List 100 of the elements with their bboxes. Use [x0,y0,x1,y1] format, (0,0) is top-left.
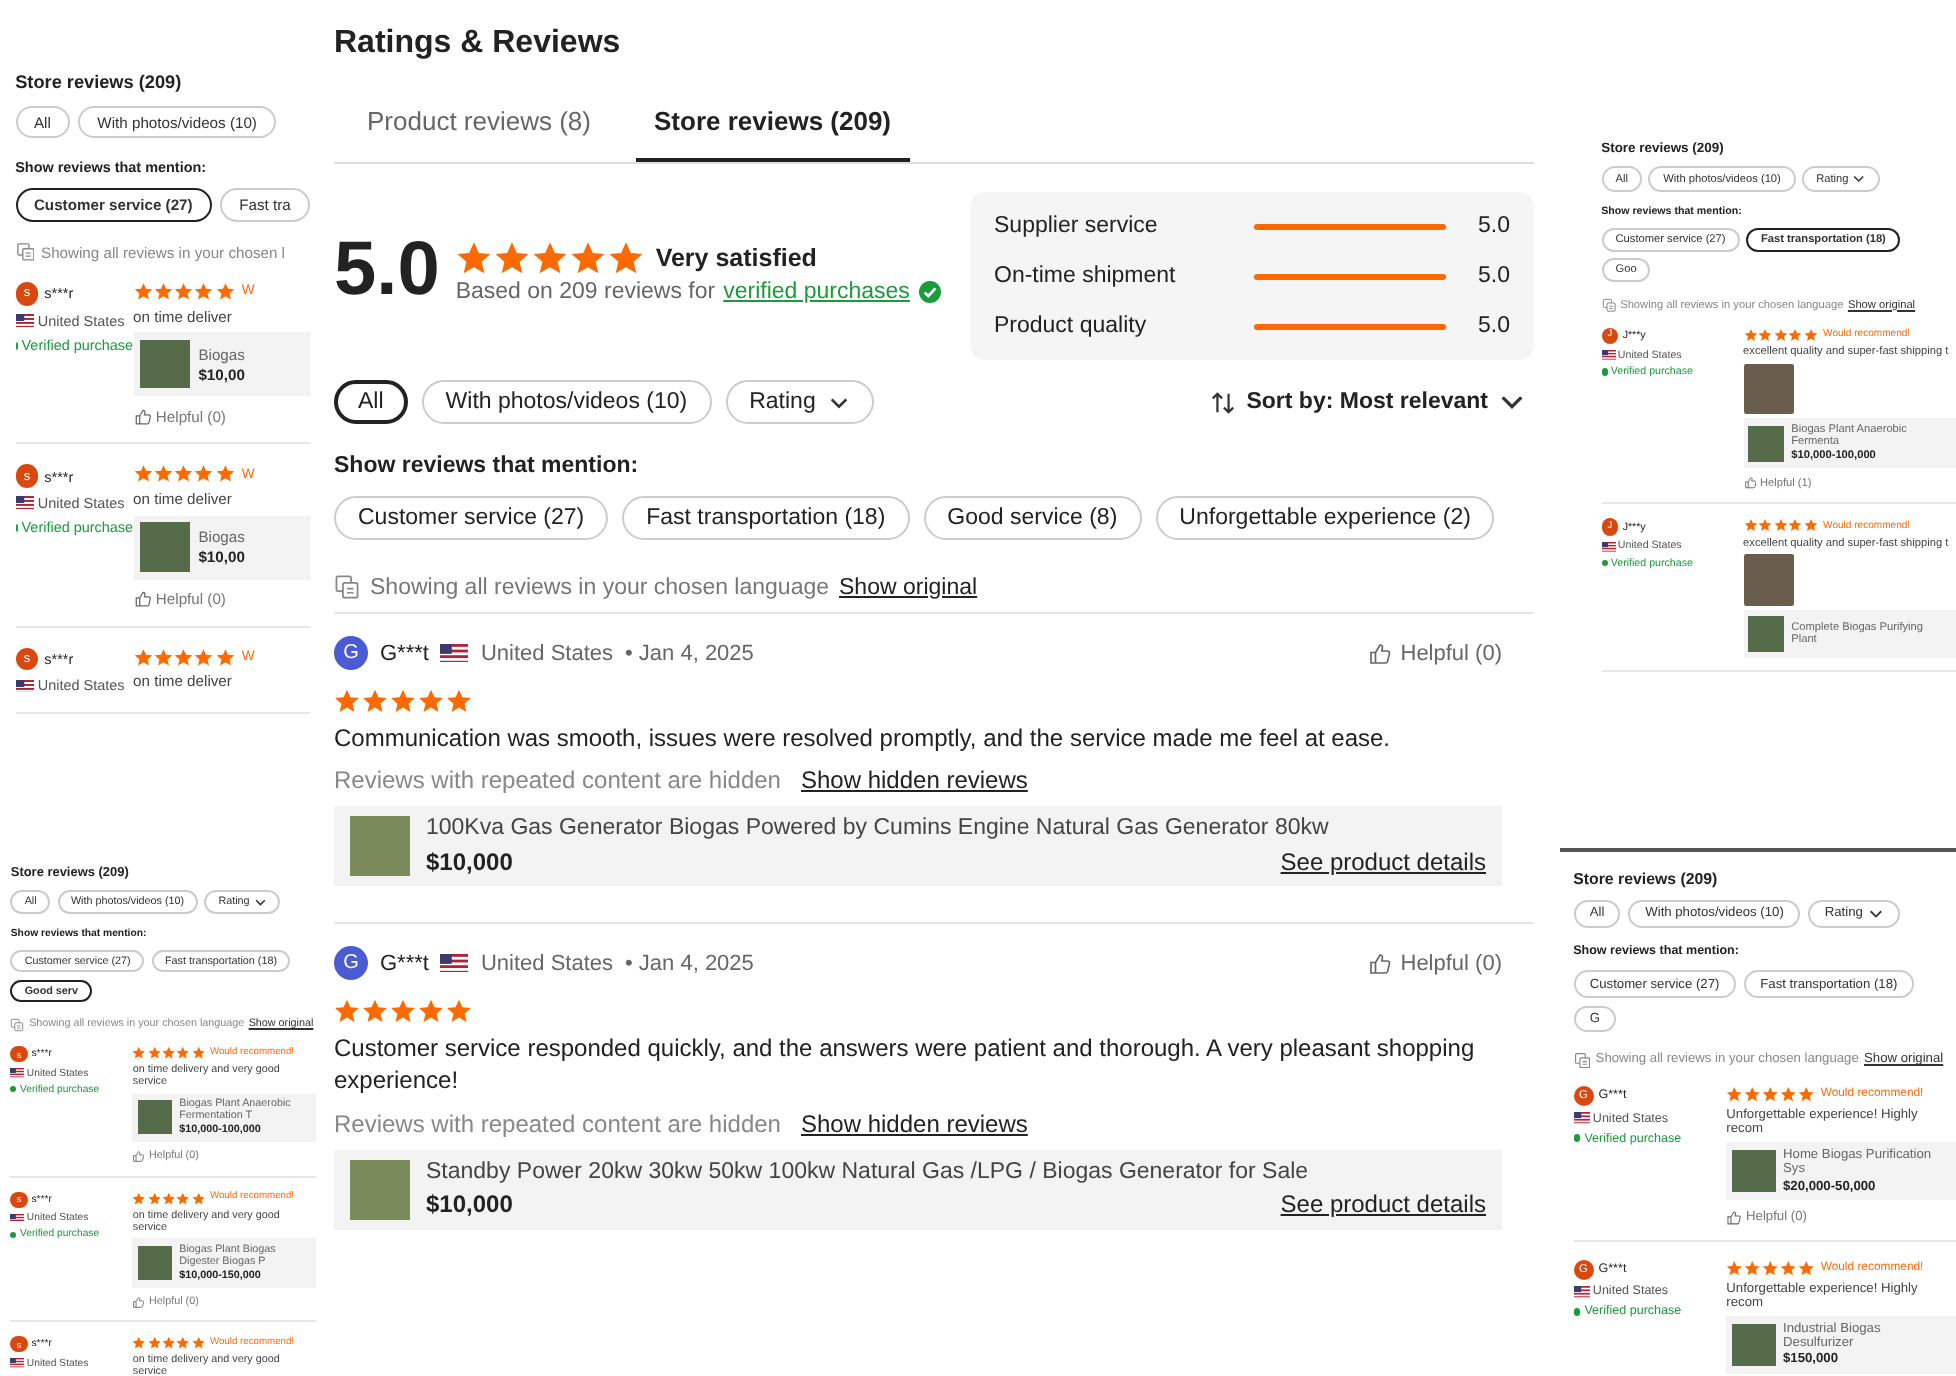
show-hidden-reviews-link[interactable]: Show hidden reviews [800,766,1028,795]
flag-icon [440,643,469,663]
flag-icon [1601,350,1616,360]
avatar: G [334,946,368,981]
flag-icon [440,954,469,973]
reviewer-name: G***t [380,641,429,665]
flag-icon [10,1068,25,1078]
panel-heading: Store reviews (209) [15,72,184,93]
translate-icon [334,574,360,600]
verified-dot-icon [1573,1134,1581,1142]
translate-icon [1573,1051,1591,1069]
product-title: 100Kva Gas Generator Biogas Powered by Cumins Engine Natural Gas Generator 80kw [426,816,1331,841]
mention-chip[interactable]: Good service (8) [923,496,1142,540]
star-icon [418,688,444,714]
star-icon [1797,1085,1815,1102]
star-icon [446,688,472,714]
star-icon [174,464,194,484]
product-price: $10,000 [426,847,515,876]
star-icon [133,282,153,302]
star-icon [418,998,444,1025]
verified-dot-icon [1601,368,1608,375]
helpful-button[interactable]: Helpful (0) [1368,641,1534,665]
metric-value: 5.0 [1476,264,1510,288]
star-icon [390,998,416,1025]
product-photo [350,1159,410,1220]
reviewer-name: G***t [380,951,429,976]
review-text: Customer service responded quickly, and the answers were patient and thorough. A very pleasant shopping experience! [334,1032,1477,1098]
star-icon [153,464,173,484]
star-icon [1779,1259,1797,1276]
product-photo [138,1245,173,1280]
language-note: Showing all reviews in your chosen language [370,575,830,599]
product-card[interactable]: 100Kva Gas Generator Biogas Powered by Cumins Engine Natural Gas Generator 80kw $10,000 See product details [334,806,1502,887]
sort-dropdown[interactable]: Sort by: Most relevant [1210,388,1534,416]
flag-icon [15,496,35,510]
product-price: $10,000 [426,1190,515,1219]
star-icon [1744,1259,1761,1276]
product-card[interactable]: Standby Power 20kw 30kw 50kw 100kw Natural Gas /LPG / Biogas Generator for Sale $10,000 See product details [334,1149,1502,1230]
reviewer-country: United States [480,641,614,665]
sort-icon [1210,389,1237,415]
metric-value: 5.0 [1476,314,1510,338]
filter-chip[interactable]: With photos/videos (10) [421,380,712,424]
star-icon [334,688,360,714]
verified-purchases-link[interactable]: verified purchases [723,279,910,303]
mention-chip[interactable]: Customer service (27) [334,496,609,540]
star-icon [334,998,360,1025]
product-title: Standby Power 20kw 30kw 50kw 100kw Natural Gas /LPG / Biogas Generator for Sale [426,1159,1311,1184]
metric-value: 5.0 [1476,214,1510,238]
overall-score: 5.0 [334,228,440,314]
metric-label: Supplier service [994,214,1160,238]
star-icon [455,239,492,275]
mention-chip[interactable]: Fast transportation (18) [622,496,910,540]
review-count-text: Based on 209 reviews for [455,279,716,303]
thumbs-up-icon [132,1150,146,1164]
reviewer-country: United States [480,951,614,976]
metric-label: Product quality [994,314,1149,338]
star-icon [1779,1085,1797,1102]
star-icon [215,647,235,667]
translate-icon [10,1017,25,1032]
thumbs-up-icon [1743,476,1757,490]
verified-check-icon [917,279,942,303]
product-details-link[interactable]: See product details [1280,1190,1486,1219]
star-icon [1797,1259,1815,1276]
star-icon [362,688,388,714]
star-icon [446,998,472,1025]
review-text: Communication was smooth, issues were resolved promptly, and the service made me feel at ease. [334,722,1393,755]
metric-label: On-time shipment [994,264,1178,288]
thumbs-up-icon [133,590,152,609]
star-icon [133,464,153,484]
show-original-link[interactable]: Show original [839,575,978,599]
filter-chip[interactable]: All [334,380,408,424]
flag-icon [15,314,35,328]
helpful-button[interactable]: Helpful (0) [1368,951,1534,976]
flag-icon [15,679,35,693]
tab[interactable]: Product reviews (8) [334,106,624,162]
hidden-reviews-note: Reviews with repeated content are hidden [334,766,781,795]
product-photo [350,816,410,877]
star-icon [1744,1085,1761,1102]
translate-icon [1601,297,1616,313]
star-icon [194,647,214,667]
star-icon [1761,1259,1779,1276]
mention-chip[interactable]: Unforgettable experience (2) [1155,496,1495,540]
section-heading: Show reviews that mention: [334,454,641,478]
review-date: • Jan 4, 2025 [625,641,754,665]
show-hidden-reviews-link[interactable]: Show hidden reviews [800,1109,1028,1138]
thumbs-up-icon [1368,641,1393,665]
satisfaction-label: Very satisfied [655,243,817,271]
star-icon [531,239,568,275]
verified-dot-icon [1573,1307,1581,1316]
hidden-reviews-note: Reviews with repeated content are hidden [334,1109,781,1138]
tab[interactable]: Store reviews (209) [636,106,910,162]
product-photo [140,522,190,572]
product-photo [1748,615,1785,652]
star-icon [390,688,416,714]
page-title: Ratings & Reviews [334,24,623,62]
product-photo [138,1100,173,1135]
rating-dropdown[interactable]: Rating [725,380,874,424]
star-icon [1761,1085,1779,1102]
product-details-link[interactable]: See product details [1280,847,1486,876]
product-photo [1732,1323,1776,1366]
star-icon [194,282,214,302]
